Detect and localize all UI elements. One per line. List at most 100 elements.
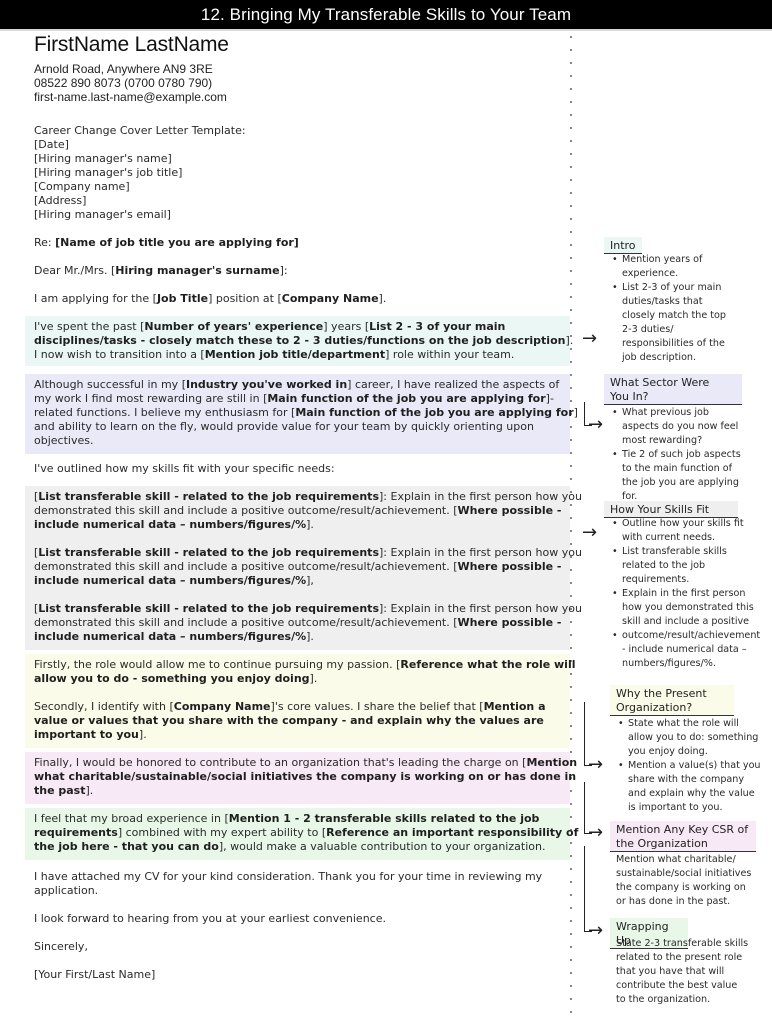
- t: State what the role will: [628, 718, 739, 729]
- b: important to you: [34, 728, 139, 741]
- arrow-right-icon: →: [582, 328, 598, 349]
- t: the Organization: [616, 837, 708, 850]
- t: I now wish to transition into a [: [34, 348, 205, 361]
- t: related to the job: [622, 560, 706, 571]
- sector-line-1: Although successful in my [Industry you'…: [34, 378, 559, 392]
- b: Reference what the role will: [400, 658, 576, 671]
- b: Main function of the job you are applyin…: [295, 406, 574, 419]
- closing-line-3: the job here - that you can do], would m…: [34, 840, 545, 854]
- t: the job you are applying: [622, 477, 739, 488]
- skill-1-line-3: include numerical data – numbers/figures…: [34, 518, 314, 532]
- skills-bullet-1: Outline how your skills fit with current …: [612, 517, 772, 545]
- skills-notes: Outline how your skills fit with current …: [600, 517, 772, 671]
- attached-line-1: I have attached my CV for your kind cons…: [34, 870, 543, 883]
- finally-line-2: what charitable/sustainable/social initi…: [34, 770, 576, 784]
- closing-line-1: I feel that my broad experience in [Ment…: [34, 812, 539, 826]
- recipient-company: [Company name]: [34, 180, 130, 193]
- bracket-line: [584, 702, 585, 766]
- t: Why the Present: [616, 687, 707, 700]
- finally-line-1: Finally, I would be honored to contribut…: [34, 756, 577, 770]
- arrow-right-icon: →: [582, 522, 598, 543]
- phone: 08522 890 8073 (0700 0780 790): [34, 76, 213, 90]
- b: List transferable skill - related to the…: [38, 602, 379, 615]
- t: is important to you.: [628, 802, 723, 813]
- recipient-name: [Hiring manager's name]: [34, 152, 172, 165]
- t: ]: Explain in the first person how you: [379, 546, 582, 559]
- secondly-line-2: value or values that you share with the …: [34, 714, 544, 728]
- t: I feel that my broad experience in [: [34, 812, 229, 825]
- skills-bullet-4: outcome/result/achievement - include nume…: [612, 629, 772, 671]
- b: Mention 1 - 2 transferable skills relate…: [228, 812, 540, 825]
- b: Where possible -: [457, 616, 562, 629]
- b: Company Name: [173, 700, 271, 713]
- secondly-line-1: Secondly, I identify with [Company Name]…: [34, 700, 546, 714]
- t: ].: [309, 672, 318, 685]
- t: outcome/result/achievement: [622, 630, 761, 641]
- recipient-address: [Address]: [34, 194, 87, 207]
- firstly-line-2: allow you to do - something you enjoy do…: [34, 672, 317, 686]
- t: - include numerical data –: [622, 644, 747, 655]
- b: List 2 - 3 of your main: [369, 320, 506, 333]
- t: related to the present role: [616, 952, 743, 963]
- skill-3-line-1: [List transferable skill - related to th…: [34, 602, 582, 616]
- t: Although successful in my [: [34, 378, 186, 391]
- b: Mention a: [483, 700, 546, 713]
- t: 2-3 duties/: [622, 324, 674, 335]
- t: to the organization.: [616, 994, 711, 1005]
- recipient-email: [Hiring manager's email]: [34, 208, 171, 221]
- t: contribute the best value: [616, 980, 738, 991]
- t: State 2-3 transferable skills: [616, 938, 749, 949]
- t: ] combined with my expert ability to [: [117, 826, 327, 839]
- t: ].: [138, 728, 147, 741]
- greeting-prefix: Dear Mr./Mrs. [: [34, 264, 116, 277]
- intro-bullet-2: List 2-3 of your main duties/tasks that cl…: [612, 281, 770, 365]
- t: most rewarding?: [622, 435, 703, 446]
- t: List transferable skills: [622, 546, 727, 557]
- skills-bullet-2: List transferable skills related to the j…: [612, 545, 772, 587]
- t: ] career, I have realized the aspects of: [347, 378, 560, 391]
- t: Finally, I would be honored to contribut…: [34, 756, 527, 769]
- t: share with the company: [628, 774, 745, 785]
- intro-line-3: I now wish to transition into a [Mention…: [34, 348, 514, 362]
- t: What previous job: [622, 407, 709, 418]
- t: with current needs.: [622, 532, 716, 543]
- t: requirements.: [622, 574, 690, 585]
- look-forward: I look forward to hearing from you at yo…: [34, 912, 386, 925]
- company-name-placeholder: Company Name: [281, 292, 379, 305]
- b: include numerical data – numbers/figures…: [34, 518, 307, 531]
- skills-bullet-3: Explain in the first person how you demon…: [612, 587, 772, 629]
- sector-paragraph: Although successful in my [Industry you'…: [25, 374, 578, 454]
- applicant-name: FirstName LastName: [34, 33, 229, 56]
- t: Tie 2 of such job aspects: [622, 449, 741, 460]
- csr-heading: Mention Any Key CSR of the Organization: [610, 821, 756, 852]
- t: how you demonstrated this: [622, 602, 754, 613]
- attached-line-2: application.: [34, 884, 99, 897]
- skill-2-line-3: include numerical data – numbers/figures…: [34, 574, 314, 588]
- t: Explain in the first person: [622, 588, 746, 599]
- b: Where possible -: [457, 504, 562, 517]
- b: Where possible -: [457, 560, 562, 573]
- t: I am applying for the [: [34, 292, 157, 305]
- t: ].: [378, 292, 387, 305]
- arrow-right-icon: →: [588, 414, 604, 435]
- b: Reference an important responsibility of: [326, 826, 579, 839]
- re-line: Re: [Name of job title you are applying …: [34, 236, 299, 250]
- greeting-suffix: ]:: [279, 264, 288, 277]
- t: I've spent the past [: [34, 320, 145, 333]
- bracket-line: [584, 846, 585, 932]
- t: List 2-3 of your main: [622, 282, 722, 293]
- t: ].: [85, 784, 94, 797]
- csr-paragraph: Finally, I would be honored to contribut…: [25, 752, 577, 804]
- b: disciplines/tasks - closely match these …: [34, 334, 566, 347]
- why-organization-heading: Why the Present Organization?: [610, 685, 734, 716]
- t: the company is working on: [616, 882, 746, 893]
- greeting-surname: Hiring manager's surname: [115, 264, 280, 277]
- finally-line-3: the past].: [34, 784, 93, 798]
- skill-1-line-1: [List transferable skill - related to th…: [34, 490, 582, 504]
- t: Mention a value(s) that you: [628, 760, 761, 771]
- b: what charitable/sustainable/social initi…: [34, 770, 577, 783]
- address: Arnold Road, Anywhere AN9 3RE: [34, 62, 213, 76]
- t: demonstrated this skill and include a po…: [34, 560, 458, 573]
- outline-line: I've outlined how my skills fit with you…: [34, 462, 335, 475]
- b: List transferable skill - related to the…: [38, 490, 379, 503]
